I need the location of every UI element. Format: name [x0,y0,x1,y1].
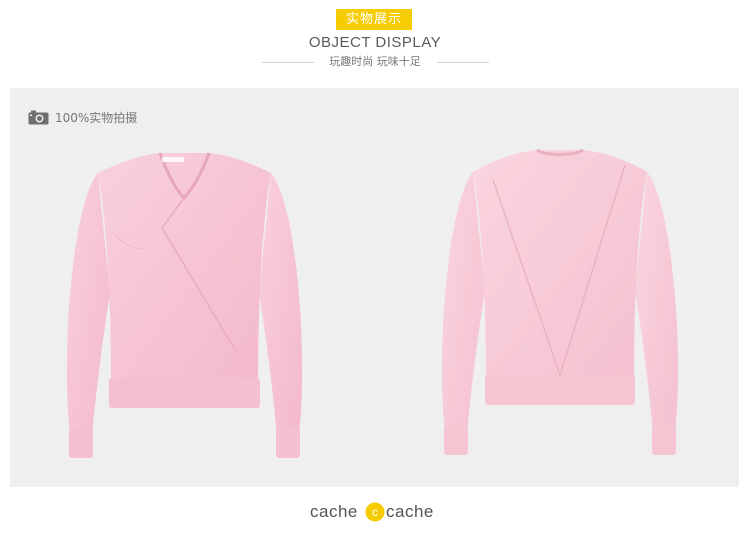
product-photo-panel: 100%实物拍摄 [10,88,739,487]
sweatshirt-front-image [66,152,303,458]
section-header: 实物展示 OBJECT DISPLAY 玩趣时尚 玩味十足 [0,0,750,80]
section-badge: 实物展示 [336,9,412,30]
section-subtitle-row: 玩趣时尚 玩味十足 [0,55,750,69]
divider-right [437,62,489,63]
brand-word-left: cache [310,502,358,521]
brand-logo-icon: c [365,502,385,522]
sweatshirt-back-image [441,148,679,455]
brand-logo-letter: c [372,505,378,519]
section-title: OBJECT DISPLAY [308,34,442,51]
brand-footer: cache c cache [0,499,750,527]
section-subtitle: 玩趣时尚 玩味十足 [329,55,421,68]
brand-word-right: cache [386,502,434,521]
real-shot-text: 100%实物拍摄 [55,111,138,125]
camera-icon [28,110,49,125]
